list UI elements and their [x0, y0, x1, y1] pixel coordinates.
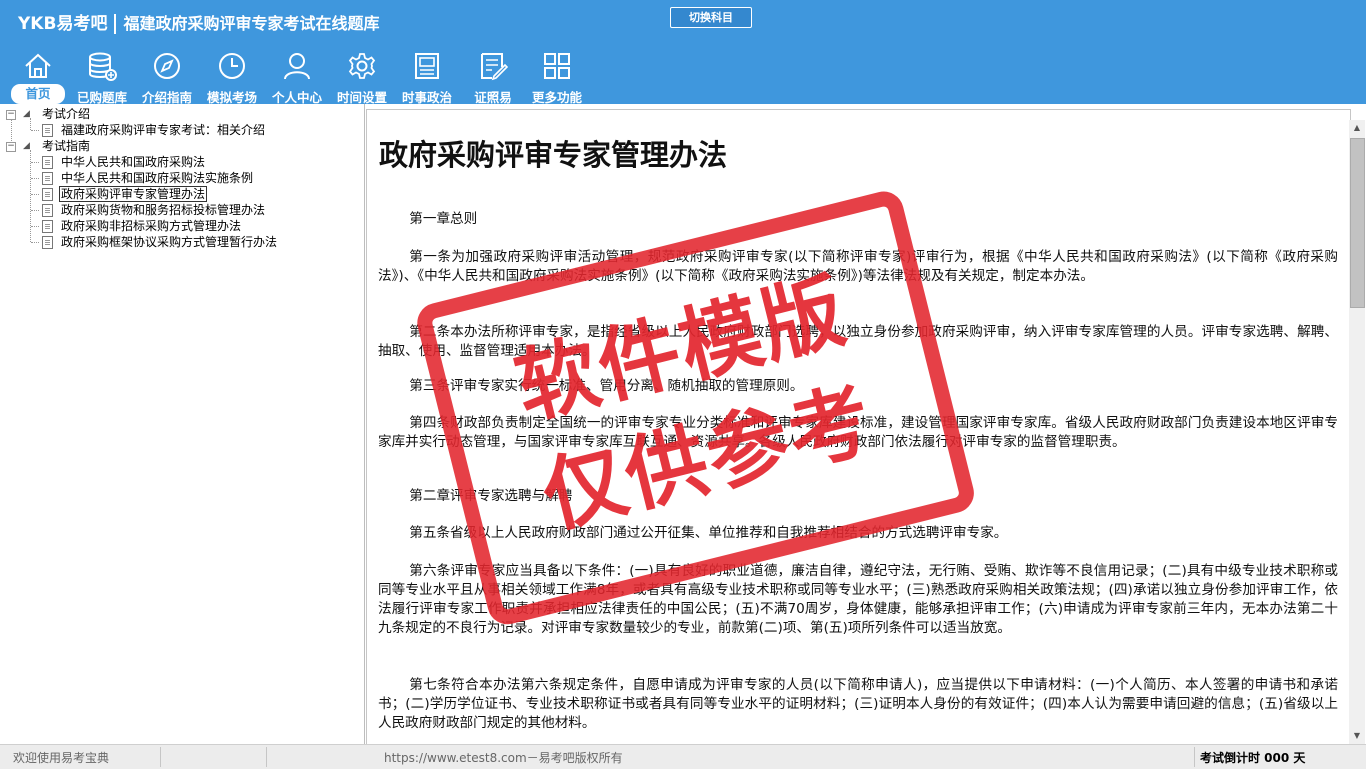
nav-purchased-banks[interactable]: 已购题库 — [72, 48, 132, 105]
copyright-url: https://www.etest8.com－易考吧版权所有 — [384, 751, 623, 765]
tree-item-framework-rules[interactable]: 政府采购框架协议采购方式管理暂行办法 — [61, 234, 277, 250]
status-bar: 欢迎使用易考宝典 https://www.etest8.com－易考吧版权所有 … — [0, 744, 1366, 769]
top-toolbar: YKB易考吧 福建政府采购评审专家考试在线题库 切换科目 首页 已购题库 介绍指南… — [0, 0, 1366, 105]
tree-item-non-tender-rules[interactable]: 政府采购非招标采购方式管理办法 — [61, 218, 241, 234]
tree-item-regulation[interactable]: 中华人民共和国政府采购法实施条例 — [61, 170, 253, 186]
compass-icon — [154, 53, 180, 79]
tree-group-exam-intro[interactable]: 考试介绍 — [42, 106, 90, 122]
brand-logo: YKB易考吧 — [18, 14, 117, 34]
document-icon — [42, 188, 53, 201]
document-icon — [42, 204, 53, 217]
group-arrow-icon: ◢ — [23, 141, 30, 151]
nav-more-label: 更多功能 — [531, 90, 582, 105]
chapter-heading: 第二章评审专家选聘与解聘 — [409, 488, 573, 504]
article-paragraph: 第一条为加强政府采购评审活动管理，规范政府采购评审专家(以下简称评审专家)评审行… — [378, 249, 1338, 284]
gear-icon — [348, 53, 376, 79]
nav-intro-guide[interactable]: 介绍指南 — [137, 48, 197, 105]
app-title: 福建政府采购评审专家考试在线题库 — [123, 14, 380, 33]
document-icon — [42, 156, 53, 169]
sidebar-tree: − ◢ 考试介绍 福建政府采购评审专家考试：相关介绍 − ◢ 考试指南 中华人民… — [0, 104, 365, 744]
scroll-up-icon[interactable]: ▲ — [1349, 120, 1365, 136]
nav-time-settings[interactable]: 时间设置 — [332, 48, 392, 105]
expand-toggle-icon[interactable]: − — [6, 110, 16, 120]
switch-subject-button[interactable]: 切换科目 — [670, 7, 752, 28]
tree-group-exam-guide[interactable]: 考试指南 — [42, 138, 90, 154]
chapter-heading: 第一章总则 — [409, 211, 478, 227]
group-arrow-icon: ◢ — [23, 109, 30, 119]
document-title: 政府采购评审专家管理办法 — [379, 138, 728, 172]
welcome-text: 欢迎使用易考宝典 — [13, 751, 110, 765]
article-paragraph: 第六条评审专家应当具备以下条件：(一)具有良好的职业道德，廉洁自律，遵纪守法，无… — [378, 563, 1338, 636]
scroll-down-icon[interactable]: ▼ — [1349, 728, 1365, 744]
scroll-thumb[interactable] — [1350, 138, 1365, 308]
nav-mock-exam[interactable]: 模拟考场 — [202, 48, 262, 105]
exam-countdown: 考试倒计时 000 天 — [1200, 751, 1306, 765]
user-icon — [284, 53, 310, 80]
tree-item-law[interactable]: 中华人民共和国政府采购法 — [61, 154, 205, 170]
article-paragraph: 第三条评审专家实行统一标准、管用分离、随机抽取的管理原则。 — [409, 378, 804, 394]
document-icon — [42, 220, 53, 233]
nav-affairs-label: 时事政治 — [401, 90, 452, 105]
nav-more-functions[interactable]: 更多功能 — [527, 48, 587, 105]
nav-certificate[interactable]: 证照易 — [463, 48, 523, 105]
app-brand: YKB易考吧 福建政府采购评审专家考试在线题库 — [18, 9, 379, 34]
expand-toggle-icon[interactable]: − — [6, 142, 16, 152]
vertical-scrollbar[interactable]: ▲ ▼ — [1349, 120, 1365, 744]
article-paragraph: 第二条本办法所称评审专家，是指经省级以上人民政府财政部门选聘，以独立身份参加政府… — [378, 324, 1338, 359]
document-icon — [42, 124, 53, 137]
tree-item-tender-rules[interactable]: 政府采购货物和服务招标投标管理办法 — [61, 202, 265, 218]
tree-item-expert-rules-selected[interactable]: 政府采购评审专家管理办法 — [59, 186, 208, 202]
article-paragraph: 第四条财政部负责制定全国统一的评审专家专业分类标准和评审专家库建设标准，建设管理… — [378, 415, 1338, 450]
article-paragraph: 第七条符合本办法第六条规定条件，自愿申请成为评审专家的人员(以下简称申请人)，应… — [378, 677, 1338, 731]
document-viewer[interactable]: 政府采购评审专家管理办法 第一章总则 第一条为加强政府采购评审活动管理，规范政府… — [366, 109, 1351, 746]
grid-icon — [544, 53, 570, 79]
document-icon — [42, 236, 53, 249]
nav-certificate-label: 证照易 — [474, 90, 512, 105]
nav-current-affairs[interactable]: 时事政治 — [397, 48, 457, 105]
document-icon — [42, 172, 53, 185]
tree-item-intro[interactable]: 福建政府采购评审专家考试：相关介绍 — [61, 122, 265, 138]
nav-home-label: 首页 — [11, 84, 65, 104]
certificate-icon — [481, 53, 508, 81]
clock-icon — [219, 53, 245, 79]
database-icon — [89, 52, 117, 81]
nav-personal-center[interactable]: 个人中心 — [267, 48, 327, 105]
news-icon — [415, 53, 439, 79]
nav-home[interactable]: 首页 — [9, 48, 67, 104]
article-paragraph: 第五条省级以上人民政府财政部门通过公开征集、单位推荐和自我推荐相结合的方式选聘评… — [409, 525, 1008, 541]
home-icon — [25, 53, 51, 78]
